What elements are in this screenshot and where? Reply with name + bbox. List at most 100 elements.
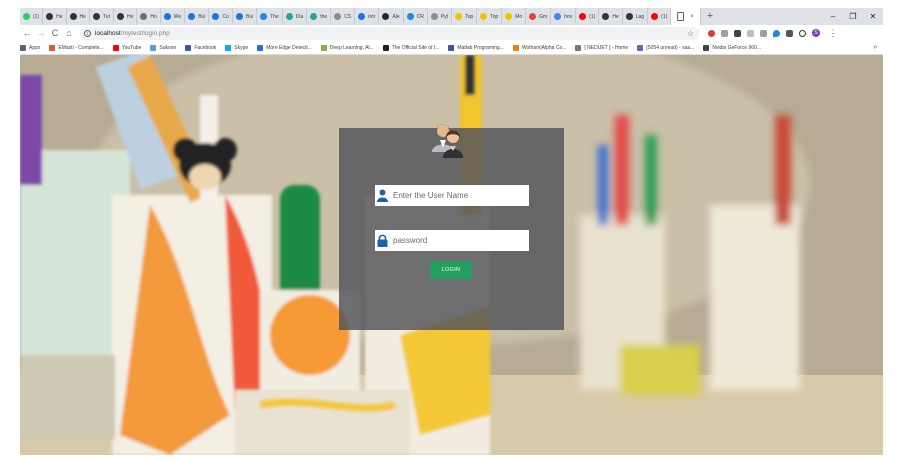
extension-icon[interactable] <box>747 29 754 37</box>
tab[interactable]: Top <box>452 8 478 25</box>
bookmark-label: Apps <box>29 44 41 51</box>
tab-favicon-icon <box>480 13 488 20</box>
tab[interactable]: CS <box>331 8 356 25</box>
bookmark-favicon-icon <box>185 44 192 51</box>
bookmark-item[interactable]: Sukoon <box>150 44 176 51</box>
bookmark-item[interactable]: EMasti - Complete... <box>49 44 104 51</box>
minimize-button[interactable]: – <box>823 8 843 25</box>
bookmark-item[interactable]: [ NEDUET ] - Home <box>575 44 628 51</box>
tab[interactable]: Ale <box>379 8 404 25</box>
bookmark-favicon-icon <box>49 44 56 51</box>
tab-title: Co <box>222 13 229 20</box>
tab[interactable]: Intr <box>355 8 380 25</box>
bookmark-label: Skype <box>234 44 249 51</box>
profile-avatar[interactable]: S <box>812 29 820 37</box>
maximize-button[interactable]: ❐ <box>843 8 863 25</box>
opera-extension-icon[interactable] <box>708 29 715 37</box>
tab[interactable]: Dia <box>283 8 308 25</box>
bookmark-item[interactable]: (5054 unread) - saa... <box>637 44 694 51</box>
tab[interactable]: Gm <box>526 8 552 25</box>
tab[interactable]: CR <box>404 8 428 25</box>
bookmark-favicon-icon <box>320 44 327 51</box>
tab-title: Intr <box>368 13 376 20</box>
bookmark-item[interactable]: Facebook <box>185 44 217 51</box>
tab[interactable]: Bui <box>233 8 258 25</box>
home-button[interactable]: ⌂ <box>62 28 76 38</box>
menu-icon[interactable]: ⋮ <box>826 28 840 39</box>
tab[interactable]: Bui <box>185 8 210 25</box>
tab[interactable]: (1) <box>576 8 600 25</box>
tab[interactable]: Mo <box>502 8 527 25</box>
settings-extension-icon[interactable] <box>799 29 806 37</box>
bookmark-favicon-icon <box>257 44 264 51</box>
tab-favicon-icon <box>260 13 268 20</box>
extensions-area: S ⋮ <box>708 28 840 39</box>
tab-title: (1) <box>661 13 668 20</box>
bookmark-favicon-icon <box>575 44 582 51</box>
tab-title: Dia <box>295 13 304 20</box>
info-icon[interactable]: i <box>84 29 91 37</box>
tab[interactable]: We <box>161 8 186 25</box>
tab-favicon-icon <box>358 13 366 20</box>
bookmarks-bar: Apps EMasti - Complete... YouTube Sukoon Fac… <box>20 41 883 55</box>
bookmark-item[interactable]: Matlab Programing... <box>448 44 504 51</box>
reload-button[interactable]: C <box>48 28 62 38</box>
tab[interactable]: He <box>67 8 90 25</box>
password-field[interactable] <box>375 230 529 251</box>
tab[interactable]: (1) <box>648 8 672 25</box>
close-tab-icon[interactable]: × <box>690 14 694 20</box>
tab-favicon-icon <box>69 13 77 20</box>
extension-icon[interactable] <box>721 29 728 37</box>
tab[interactable]: He <box>599 8 623 25</box>
tab[interactable]: Ho <box>137 8 161 25</box>
tab[interactable]: hov <box>551 8 577 25</box>
bookmark-star-icon[interactable]: ☆ <box>687 29 694 38</box>
tab[interactable]: (1) <box>20 8 44 25</box>
extension-icon[interactable] <box>786 29 793 37</box>
tab[interactable]: Co <box>209 8 233 25</box>
tab[interactable]: the <box>307 8 332 25</box>
bookmarks-overflow-button[interactable]: » <box>873 44 877 51</box>
extension-icon[interactable] <box>760 29 767 37</box>
apps-shortcut[interactable]: Apps <box>20 44 41 51</box>
bookmark-item[interactable]: Wolfram|Alpha Co... <box>512 44 566 51</box>
tab-active[interactable]: × <box>671 8 701 25</box>
new-tab-button[interactable]: + <box>701 8 719 25</box>
tab[interactable]: Tut <box>90 8 114 25</box>
username-input[interactable] <box>390 191 523 200</box>
camera-extension-icon[interactable] <box>734 29 741 37</box>
tab[interactable]: He <box>43 8 67 25</box>
bookmark-label: Deep Learning, Al... <box>329 44 374 51</box>
back-button[interactable]: ← <box>20 28 34 38</box>
tab[interactable]: Top <box>477 8 503 25</box>
bookmark-item[interactable]: YouTube <box>112 44 141 51</box>
tab-favicon-icon <box>285 13 293 20</box>
bookmark-item[interactable]: Skype <box>225 44 249 51</box>
login-button[interactable]: LOGIN <box>430 261 472 279</box>
tab[interactable]: He <box>114 8 138 25</box>
forward-button[interactable]: → <box>34 28 48 38</box>
bookmark-label: Facebook <box>194 44 217 51</box>
password-input[interactable] <box>390 236 523 245</box>
tab-favicon-icon <box>529 13 537 20</box>
tab-favicon-icon <box>406 13 414 20</box>
bookmark-item[interactable]: Nvidia GeForce 960... <box>703 44 761 51</box>
tab-title: We <box>173 13 182 20</box>
bookmark-item[interactable]: More Edge Detecti... <box>257 44 312 51</box>
tab[interactable]: The <box>257 8 283 25</box>
close-window-button[interactable]: ✕ <box>863 8 883 25</box>
browser-toolbar: ← → C ⌂ i localhost/mytest/login.php ☆ S… <box>20 25 883 41</box>
tab[interactable]: Pyt <box>428 8 453 25</box>
bookmark-item[interactable]: The Official Site of t... <box>382 44 440 51</box>
address-bar[interactable]: i localhost/mytest/login.php ☆ <box>80 26 700 40</box>
bookmark-favicon-icon <box>382 44 389 51</box>
tab-favicon-icon <box>235 13 243 20</box>
bookmark-item[interactable]: Deep Learning, Al... <box>320 44 374 51</box>
tab[interactable]: Lag <box>623 8 649 25</box>
bookmark-label: The Official Site of t... <box>391 44 440 51</box>
pin-extension-icon[interactable] <box>773 29 780 37</box>
page-viewport: LOGIN <box>20 55 883 455</box>
bookmark-favicon-icon <box>225 44 232 51</box>
username-field[interactable] <box>375 185 529 206</box>
bookmark-favicon-icon <box>512 44 519 51</box>
